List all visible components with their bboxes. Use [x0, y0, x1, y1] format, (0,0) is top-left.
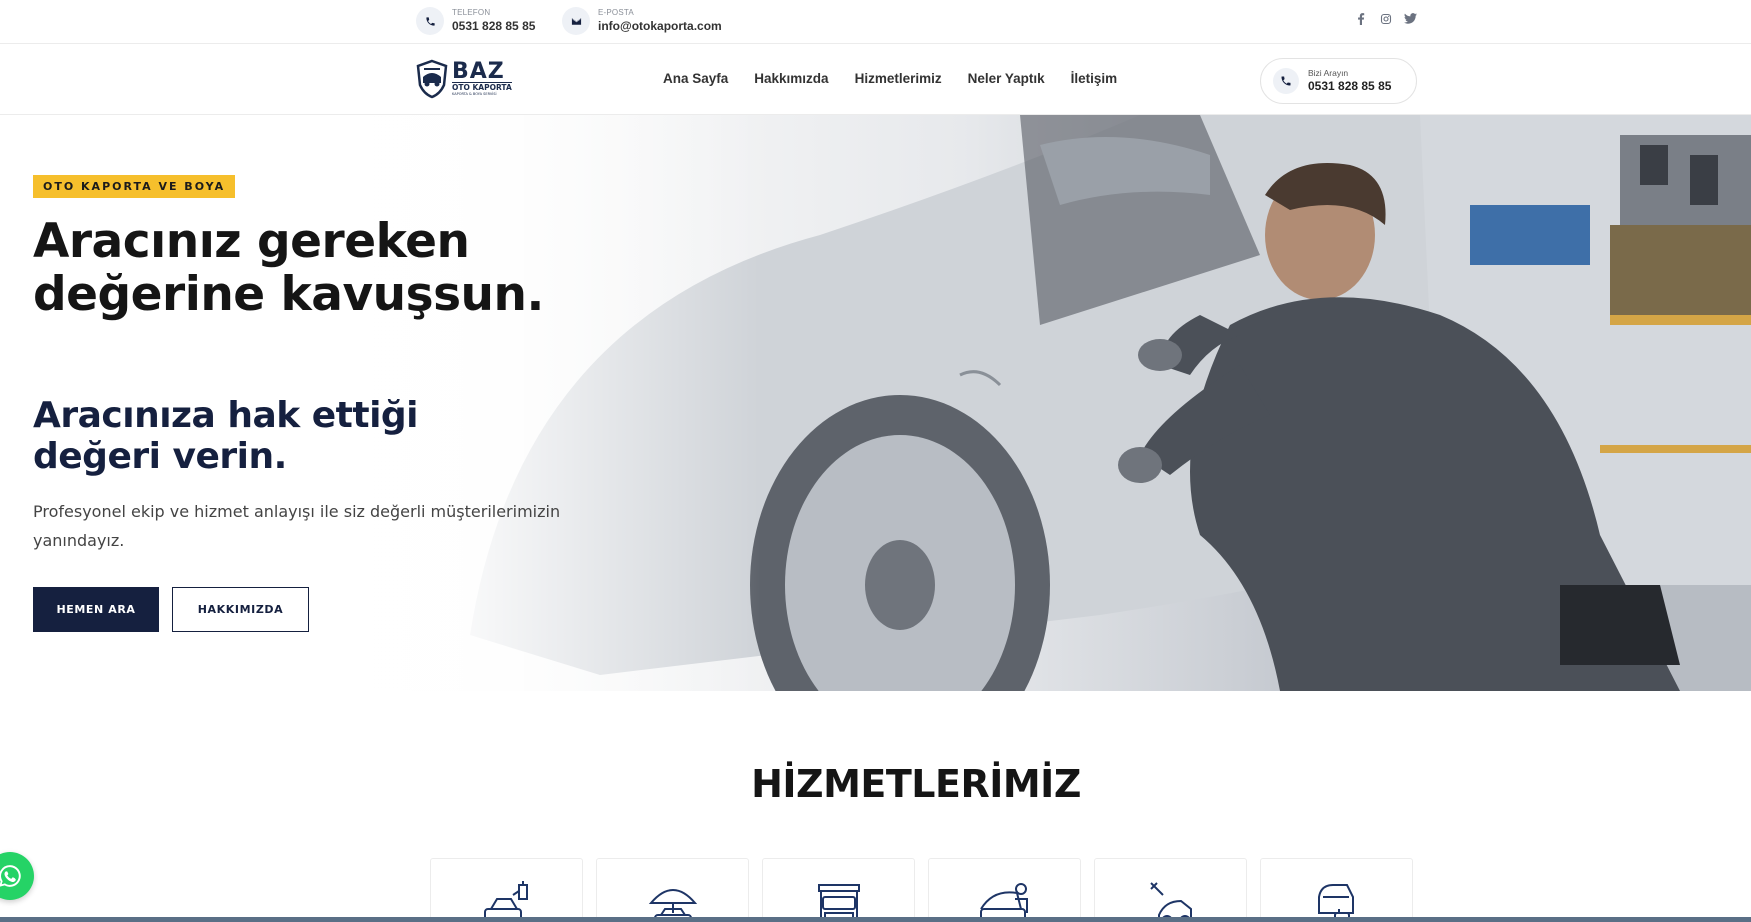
- logo-name: BAZ: [452, 58, 505, 84]
- service-card[interactable]: [1260, 858, 1413, 922]
- car-wash-icon: [1317, 884, 1354, 922]
- bottom-divider: [0, 917, 1751, 922]
- nav-services[interactable]: Hizmetlerimiz: [855, 71, 942, 86]
- service-card[interactable]: [928, 858, 1081, 922]
- topbar-email[interactable]: E-POSTA info@otokaporta.com: [562, 7, 722, 35]
- call-value: 0531 828 85 85: [1308, 79, 1392, 93]
- service-cards: [430, 858, 1413, 922]
- about-button[interactable]: HAKKIMIZDA: [172, 587, 309, 632]
- call-now-button[interactable]: HEMEN ARA: [33, 587, 159, 632]
- services-title: HİZMETLERİMİZ: [751, 762, 1081, 806]
- hero-badge: OTO KAPORTA VE BOYA: [33, 175, 236, 198]
- main-header: BAZ OTO KAPORTA KAPORTA & BOYA SERVİSİ A…: [0, 45, 1751, 115]
- phone-icon: [1273, 68, 1299, 94]
- car-lift-icon: [817, 884, 860, 922]
- nav-about[interactable]: Hakkımızda: [754, 71, 828, 86]
- service-card[interactable]: [1094, 858, 1247, 922]
- mechanic-icon: [979, 883, 1028, 922]
- phone-value: 0531 828 85 85: [452, 19, 536, 33]
- car-insurance-icon: [648, 889, 697, 922]
- dent-repair-icon: [1149, 882, 1192, 922]
- top-bar: TELEFON 0531 828 85 85 E-POSTA info@otok…: [0, 0, 1751, 44]
- phone-icon: [416, 7, 444, 35]
- site-logo[interactable]: BAZ OTO KAPORTA KAPORTA & BOYA SERVİSİ: [416, 59, 512, 99]
- nav-contact[interactable]: İletişim: [1071, 71, 1118, 86]
- service-card[interactable]: [430, 858, 583, 922]
- instagram-icon[interactable]: [1379, 12, 1392, 25]
- whatsapp-icon: [0, 865, 21, 887]
- hero-title: Aracınız gereken değerine kavuşsun.: [33, 214, 544, 322]
- nav-home[interactable]: Ana Sayfa: [663, 71, 728, 86]
- social-links: [1354, 12, 1417, 25]
- service-card[interactable]: [762, 858, 915, 922]
- logo-shield-icon: [416, 59, 448, 99]
- paint-spray-icon: [483, 881, 528, 922]
- phone-label: TELEFON: [452, 8, 491, 17]
- twitter-icon[interactable]: [1404, 12, 1417, 25]
- nav-works[interactable]: Neler Yaptık: [968, 71, 1045, 86]
- hero-section: OTO KAPORTA VE BOYA Aracınız gereken değ…: [0, 115, 1751, 691]
- topbar-phone[interactable]: TELEFON 0531 828 85 85: [416, 7, 535, 35]
- hero-lead: Profesyonel ekip ve hizmet anlayışı ile …: [33, 502, 561, 550]
- email-value: info@otokaporta.com: [598, 19, 722, 33]
- call-us-button[interactable]: Bizi Arayın 0531 828 85 85: [1260, 58, 1417, 104]
- facebook-icon[interactable]: [1354, 12, 1367, 25]
- service-card[interactable]: [596, 858, 749, 922]
- main-nav: Ana Sayfa Hakkımızda Hizmetlerimiz Neler…: [663, 71, 1117, 86]
- email-label: E-POSTA: [598, 8, 634, 17]
- call-label: Bizi Arayın: [1308, 68, 1349, 78]
- whatsapp-button[interactable]: [0, 852, 34, 900]
- mail-icon: [562, 7, 590, 35]
- logo-tagline: KAPORTA & BOYA SERVİSİ: [452, 91, 497, 96]
- logo-sub: OTO KAPORTA: [452, 81, 512, 92]
- hero-subtitle: Aracınıza hak ettiği değeri verin.: [33, 395, 419, 477]
